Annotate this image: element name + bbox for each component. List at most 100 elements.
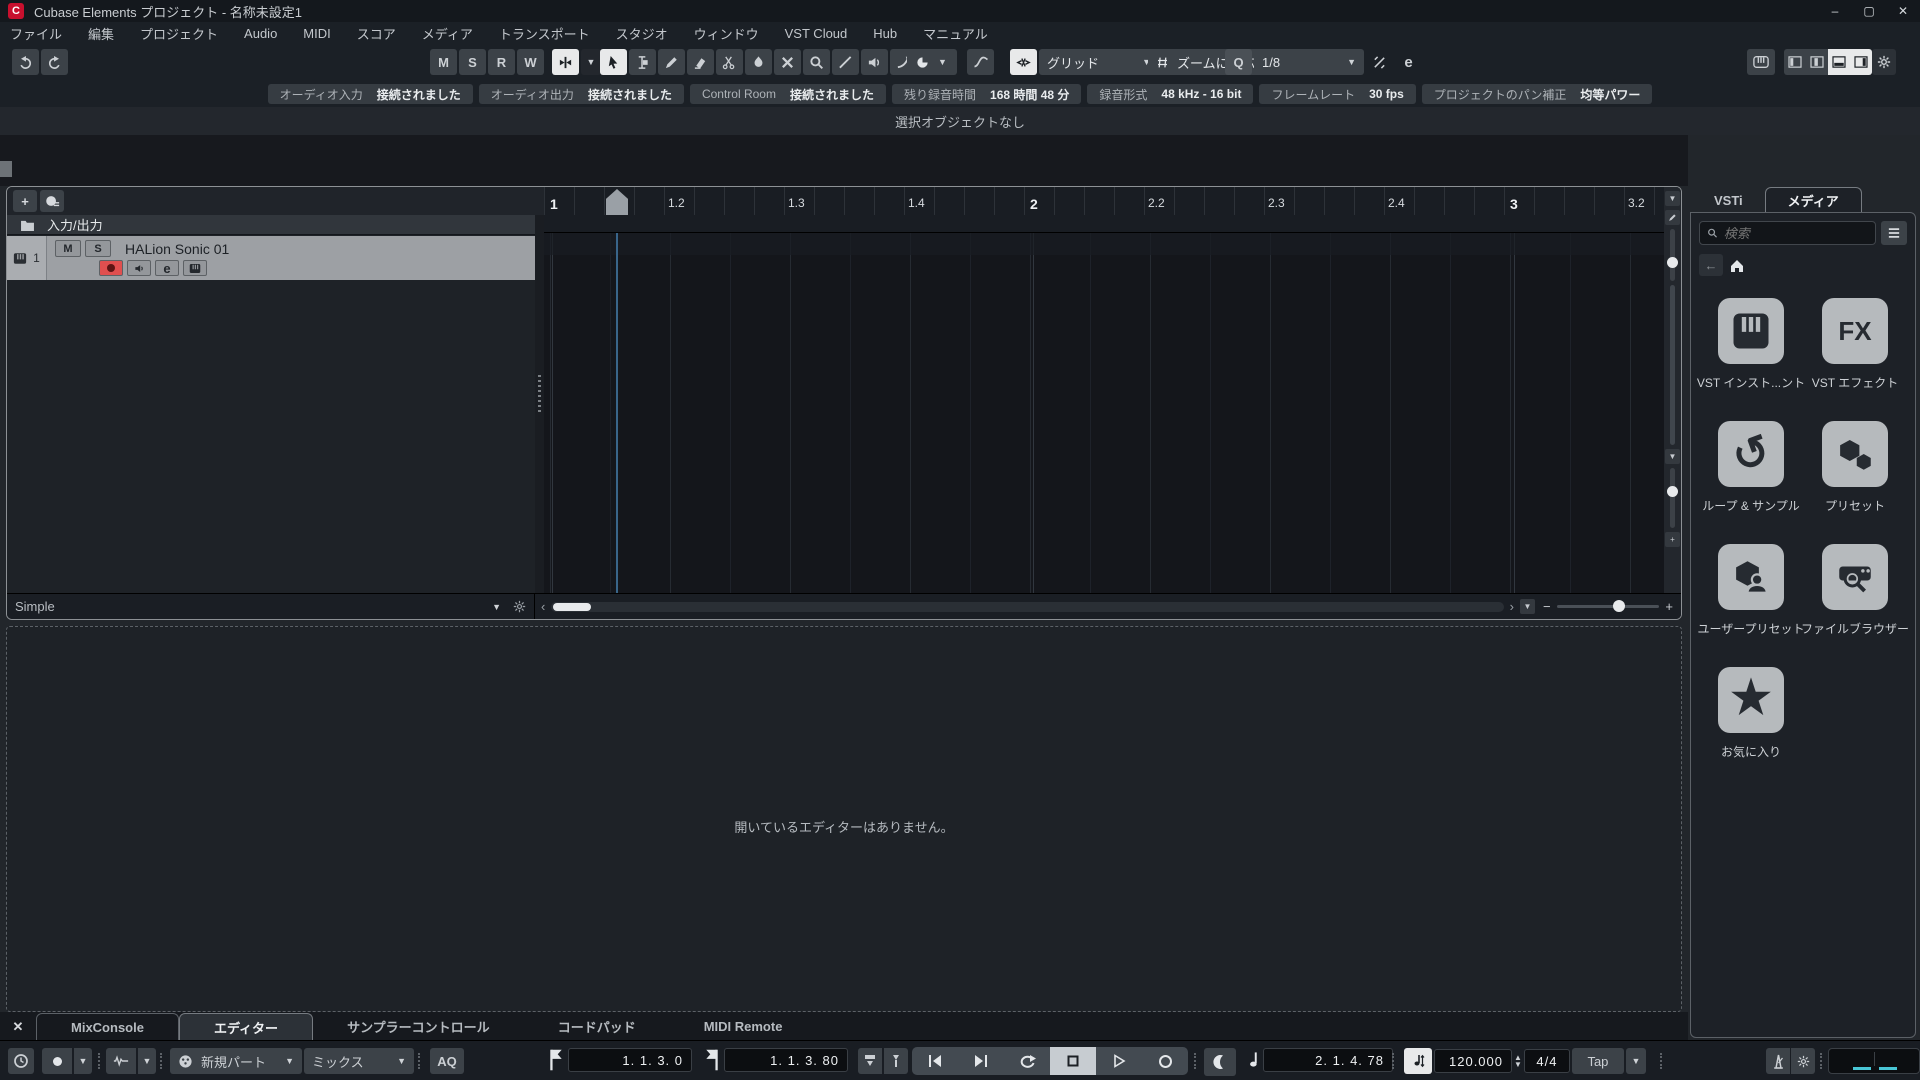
waveform-zoom-slider[interactable]: [1667, 229, 1678, 281]
scroll-right-arrow[interactable]: ›: [1510, 599, 1514, 614]
maximize-button[interactable]: ▢: [1852, 0, 1886, 22]
audio-record-mode-dropdown[interactable]: ▼: [138, 1048, 156, 1074]
menu-edit[interactable]: 編集: [88, 24, 114, 43]
time-signature-field[interactable]: 4/4: [1523, 1049, 1570, 1073]
media-tile-vst-instruments[interactable]: VST インスト...ント: [1697, 298, 1805, 391]
media-tile-loops-samples[interactable]: ↺ ループ & サンプル: [1699, 421, 1803, 514]
tab-editor[interactable]: エディター: [178, 1013, 314, 1040]
zoom-in-icon[interactable]: +: [1665, 599, 1673, 614]
tempo-track-button[interactable]: [1404, 1048, 1432, 1074]
event-display[interactable]: [544, 233, 1666, 593]
auto-scroll-dropdown[interactable]: ▼: [581, 49, 601, 75]
edit-instrument-button[interactable]: [183, 260, 207, 276]
primary-time-display[interactable]: 2. 1. 4. 78: [1263, 1048, 1393, 1072]
tab-midi-remote[interactable]: MIDI Remote: [670, 1013, 817, 1040]
redo-button[interactable]: [41, 49, 68, 75]
pre-count-button[interactable]: [1204, 1048, 1236, 1076]
io-folder-track[interactable]: 入力/出力: [7, 215, 535, 235]
line-tool[interactable]: [832, 49, 859, 75]
go-to-start-button[interactable]: [912, 1047, 958, 1075]
framerate-chip[interactable]: フレームレート 30 fps: [1259, 84, 1416, 104]
erase-tool[interactable]: [687, 49, 714, 75]
menu-media[interactable]: メディア: [422, 24, 473, 43]
audio-record-mode-button[interactable]: [106, 1048, 136, 1074]
quantize-dropdown[interactable]: 1/8 ▼: [1254, 49, 1364, 75]
view-options-button[interactable]: [1881, 221, 1907, 245]
iterative-quantize-button[interactable]: [1366, 49, 1393, 75]
menu-audio[interactable]: Audio: [244, 26, 277, 41]
edit-channel-button[interactable]: e: [155, 260, 179, 276]
tempo-spinner[interactable]: ▲ ▼: [1514, 1054, 1522, 1069]
left-locator-flag-icon[interactable]: [548, 1048, 564, 1072]
zoom-out-icon[interactable]: −: [1543, 599, 1551, 614]
menu-studio[interactable]: スタジオ: [616, 24, 668, 43]
track-mute-button[interactable]: M: [55, 240, 81, 257]
media-tile-vst-effects[interactable]: FX VST エフェクト: [1803, 298, 1907, 391]
use-track-preset-button[interactable]: [40, 190, 64, 212]
tap-tempo-button[interactable]: Tap: [1571, 1048, 1624, 1074]
media-tile-presets[interactable]: プリセット: [1803, 421, 1907, 514]
minimize-button[interactable]: –: [1818, 0, 1852, 22]
track-settings-gear-icon[interactable]: [513, 600, 526, 613]
track-name[interactable]: HALion Sonic 01: [125, 241, 229, 257]
punch-in-button[interactable]: [858, 1048, 882, 1074]
automation-write-button[interactable]: W: [517, 49, 544, 75]
auto-quantize-button[interactable]: AQ: [430, 1048, 464, 1074]
stop-button[interactable]: [1050, 1047, 1096, 1075]
add-track-button[interactable]: +: [13, 190, 37, 212]
lower-zone-toggle[interactable]: [1828, 49, 1850, 75]
media-tile-favorites[interactable]: ★ お気に入り: [1699, 667, 1803, 760]
right-locator-field[interactable]: 1. 1. 3. 80: [724, 1048, 848, 1072]
menu-window[interactable]: ウィンドウ: [694, 24, 759, 43]
media-tile-file-browser[interactable]: ファイルブラウザー: [1801, 544, 1909, 637]
quantize-q-button[interactable]: Q: [1225, 49, 1252, 75]
play-button[interactable]: [1096, 1047, 1142, 1075]
global-solo-button[interactable]: S: [459, 49, 486, 75]
horizontal-zoom-slider[interactable]: − +: [1543, 599, 1673, 614]
control-room-chip[interactable]: Control Room 接続されました: [689, 84, 886, 104]
lower-zone-close-button[interactable]: ✕: [0, 1013, 36, 1040]
menu-manual[interactable]: マニュアル: [923, 24, 988, 43]
object-select-tool[interactable]: [600, 49, 627, 75]
grid-type-dropdown[interactable]: グリッド ▼: [1039, 49, 1159, 75]
tab-media[interactable]: メディア: [1764, 187, 1862, 213]
media-search-field[interactable]: [1699, 221, 1876, 245]
tab-vsti[interactable]: VSTi: [1692, 187, 1765, 213]
color-menu[interactable]: ▼: [907, 49, 957, 75]
range-select-tool[interactable]: [629, 49, 656, 75]
constrain-delay-button[interactable]: [8, 1048, 34, 1074]
record-enable-button[interactable]: [99, 260, 123, 276]
scroll-left-arrow[interactable]: ‹: [541, 599, 545, 614]
menu-project[interactable]: プロジェクト: [140, 24, 218, 43]
ruler-options-button[interactable]: ▼: [1665, 191, 1680, 206]
midi-record-mode-dropdown[interactable]: 新規パート ▼: [170, 1048, 302, 1074]
track-list-divider[interactable]: [535, 215, 544, 593]
inspector-toggle[interactable]: [1806, 49, 1828, 75]
media-tile-user-presets[interactable]: ユーザープリセット: [1697, 544, 1805, 637]
mute-tool[interactable]: [774, 49, 801, 75]
global-mute-button[interactable]: M: [430, 49, 457, 75]
close-button[interactable]: ✕: [1886, 0, 1920, 22]
timeline-ruler[interactable]: 1 1.2 1.3 1.4 2 2.2 2.3 2.4 3 3.2: [544, 187, 1666, 233]
menu-vstcloud[interactable]: VST Cloud: [785, 26, 848, 41]
quantize-panel-button[interactable]: e: [1395, 49, 1422, 75]
play-tool[interactable]: [861, 49, 888, 75]
metronome-setup-button[interactable]: [1791, 1048, 1815, 1074]
split-tool[interactable]: [716, 49, 743, 75]
preset-dropdown-arrow[interactable]: ▼: [492, 602, 501, 612]
zoom-preset-button[interactable]: ▼: [1665, 449, 1680, 464]
record-format-chip[interactable]: 録音形式 48 kHz - 16 bit: [1087, 84, 1254, 104]
track-solo-button[interactable]: S: [85, 240, 111, 257]
setup-toolbar-button[interactable]: [1872, 49, 1896, 75]
menu-transport[interactable]: トランスポート: [499, 24, 590, 43]
track-height-slider[interactable]: [1667, 468, 1678, 528]
audio-input-chip[interactable]: オーディオ入力 接続されました: [267, 84, 473, 104]
track-preset-name[interactable]: Simple: [15, 599, 55, 614]
right-locator-flag-icon[interactable]: [704, 1048, 720, 1072]
tab-mixconsole[interactable]: MixConsole: [36, 1013, 179, 1040]
record-mode-dropdown[interactable]: ▼: [74, 1048, 92, 1074]
automation-read-button[interactable]: R: [488, 49, 515, 75]
menu-midi[interactable]: MIDI: [303, 26, 330, 41]
left-locator-field[interactable]: 1. 1. 3. 0: [568, 1048, 692, 1072]
overview-range-handle[interactable]: [0, 161, 12, 177]
